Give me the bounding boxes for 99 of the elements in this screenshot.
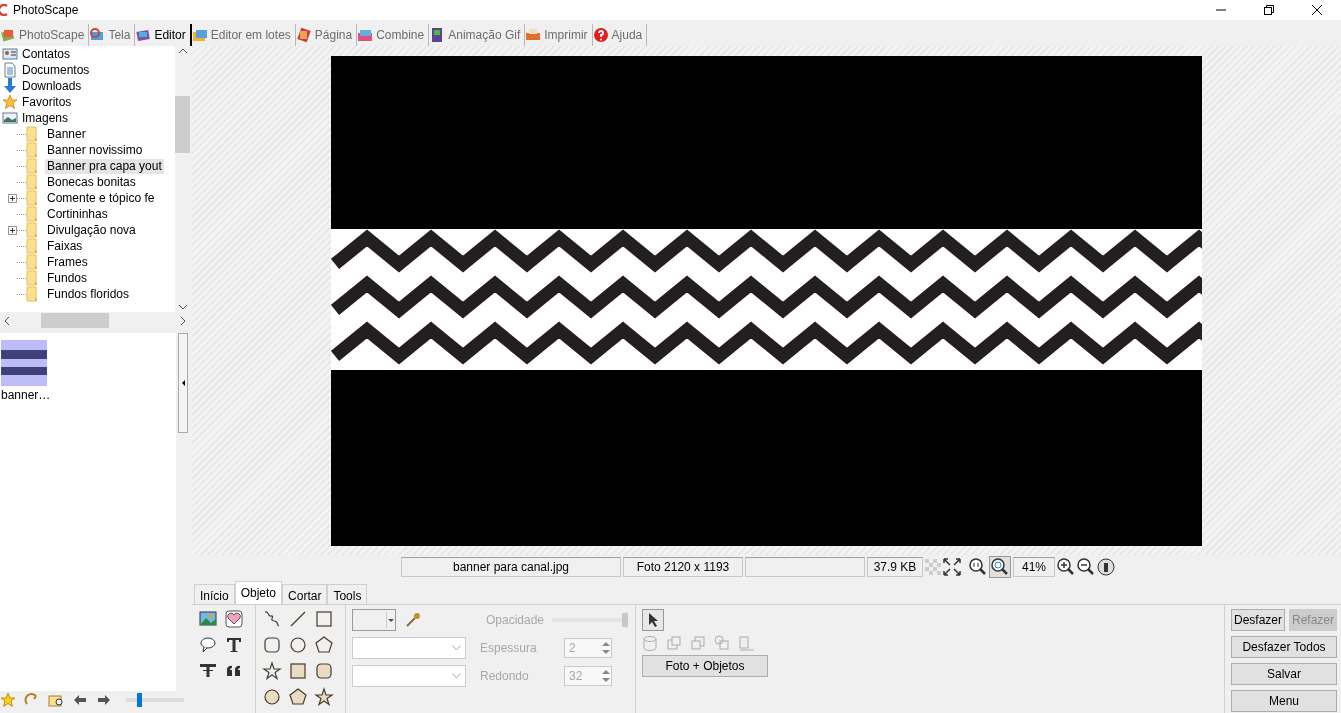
chevron-down-icon — [452, 645, 461, 651]
collapse-arrow-icon — [181, 380, 185, 386]
filled-star-icon[interactable] — [314, 687, 334, 707]
checkerboard-icon[interactable] — [925, 559, 941, 576]
star-icon[interactable] — [0, 692, 16, 708]
info-icon[interactable] — [1097, 558, 1115, 577]
picture-icon[interactable] — [198, 609, 218, 629]
rounded-square-icon[interactable] — [262, 635, 282, 655]
scroll-down-icon[interactable] — [178, 305, 187, 310]
folder-label[interactable]: Frames — [45, 254, 90, 270]
folder-label[interactable]: Banner — [45, 126, 88, 142]
mode-tab[interactable]: Combine — [357, 23, 430, 46]
spinner-value: 32 — [569, 668, 583, 685]
folder-magnifier-icon[interactable] — [48, 692, 64, 708]
mode-tab[interactable]: Ajuda — [592, 23, 648, 46]
eyedropper-icon[interactable] — [404, 611, 422, 629]
window-title: PhotoScape — [13, 2, 79, 19]
zoom-in-icon[interactable] — [1057, 558, 1075, 577]
panel-tab[interactable]: Objeto — [234, 581, 283, 604]
spinner-arrows-icon[interactable] — [601, 667, 611, 685]
status-field: banner para canal.jpg — [401, 557, 621, 578]
zoom-fit-icon[interactable] — [991, 558, 1009, 577]
restore-icon[interactable] — [1264, 5, 1274, 15]
folder-label[interactable]: Banner novissimo — [45, 142, 145, 158]
thickness-label: Espessura — [480, 640, 538, 657]
folder-label[interactable]: Comente e tópico fe — [45, 190, 157, 206]
folder-label[interactable]: Faixas — [45, 238, 85, 254]
folder-label[interactable]: Downloads — [20, 78, 84, 94]
printer-icon — [525, 26, 542, 43]
folder-label[interactable]: Banner pra capa yout — [45, 158, 164, 174]
landscape-icon — [2, 110, 20, 126]
actual-size-icon[interactable] — [969, 558, 987, 577]
rounding-label: Redondo — [480, 668, 530, 685]
action-button[interactable]: Desfazer — [1231, 609, 1285, 631]
mode-tab[interactable]: Página — [295, 23, 358, 46]
action-button[interactable]: Desfazer Todos — [1231, 636, 1337, 658]
close-icon[interactable] — [1312, 5, 1322, 15]
filled-pentagon-icon[interactable] — [288, 687, 308, 707]
panel-tab[interactable]: Tools — [327, 584, 368, 604]
mode-tab[interactable]: Editor em lotes — [191, 23, 296, 46]
freehand-line-icon[interactable] — [262, 609, 282, 629]
help-icon — [592, 26, 609, 43]
circle-icon[interactable] — [288, 635, 308, 655]
contact-card-icon — [2, 46, 20, 62]
scrollbar-thumb[interactable] — [41, 313, 109, 328]
scroll-right-icon[interactable] — [181, 316, 186, 325]
pentagon-icon[interactable] — [314, 635, 334, 655]
scrollbar-thumb[interactable] — [175, 95, 190, 153]
panel-tab[interactable]: Início — [194, 584, 235, 604]
image-thumbnail[interactable] — [1, 340, 47, 386]
zoom-level: 41% — [1013, 557, 1055, 578]
zoom-out-icon[interactable] — [1077, 558, 1095, 577]
folder-label[interactable]: Fundos floridos — [45, 286, 132, 302]
status-field: 37.9 KB — [867, 557, 923, 578]
thumbnail-caption: banner… — [1, 387, 49, 404]
opacity-label: Opacidade — [486, 612, 545, 629]
mode-tab[interactable]: Tela — [89, 23, 136, 46]
redo-arrow-icon[interactable] — [96, 692, 112, 708]
pointer-icon[interactable] — [646, 612, 660, 628]
color-picker[interactable] — [352, 609, 396, 631]
spinner-value: 2 — [569, 640, 576, 657]
slider-thumb[interactable] — [136, 693, 142, 707]
star-icon — [2, 94, 20, 110]
folder-label[interactable]: Favoritos — [20, 94, 74, 110]
mode-tab[interactable]: Animação Gif — [429, 23, 526, 46]
scroll-left-icon[interactable] — [4, 316, 9, 325]
folder-label[interactable]: Bonecas bonitas — [45, 174, 138, 190]
dropdown-caret-icon — [386, 612, 395, 628]
expand-icon[interactable] — [8, 193, 17, 203]
line-icon[interactable] — [288, 609, 308, 629]
filled-square-icon[interactable] — [288, 661, 308, 681]
chevron-down-icon — [452, 673, 461, 679]
folder-label[interactable]: Contatos — [20, 46, 73, 62]
app-logo-icon — [0, 4, 10, 16]
status-field: Foto 2120 x 1193 — [623, 557, 743, 578]
folder-label[interactable]: Fundos — [45, 270, 90, 286]
text-tool-icon[interactable] — [224, 635, 244, 655]
spinner-arrows-icon[interactable] — [601, 639, 611, 657]
mode-tab[interactable]: PhotoScape — [0, 23, 90, 46]
expand-icon[interactable] — [8, 225, 17, 235]
star-outline-icon[interactable] — [262, 661, 282, 681]
square-icon[interactable] — [314, 609, 334, 629]
mode-tab[interactable]: Imprimir — [525, 23, 593, 46]
heart-frame-icon[interactable] — [224, 609, 244, 629]
action-button[interactable]: Salvar — [1231, 663, 1337, 685]
filled-circle-icon[interactable] — [262, 687, 282, 707]
speech-bubble-icon[interactable] — [198, 635, 218, 655]
photo-objects-button[interactable]: Foto + Objetos — [642, 655, 768, 677]
panel-tab[interactable]: Cortar — [282, 584, 328, 604]
magnifier-icon — [89, 26, 106, 43]
folder-label[interactable]: Divulgação nova — [45, 222, 138, 238]
folder-label[interactable]: Documentos — [20, 62, 92, 78]
folder-label[interactable]: Cortininhas — [45, 206, 110, 222]
fit-screen-icon[interactable] — [943, 558, 961, 577]
folder-label[interactable]: Imagens — [20, 110, 71, 126]
action-button[interactable]: Menu — [1231, 690, 1337, 712]
page-stack-icon — [295, 26, 312, 43]
filled-rounded-square-icon[interactable] — [314, 661, 334, 681]
scroll-up-icon[interactable] — [178, 48, 187, 53]
